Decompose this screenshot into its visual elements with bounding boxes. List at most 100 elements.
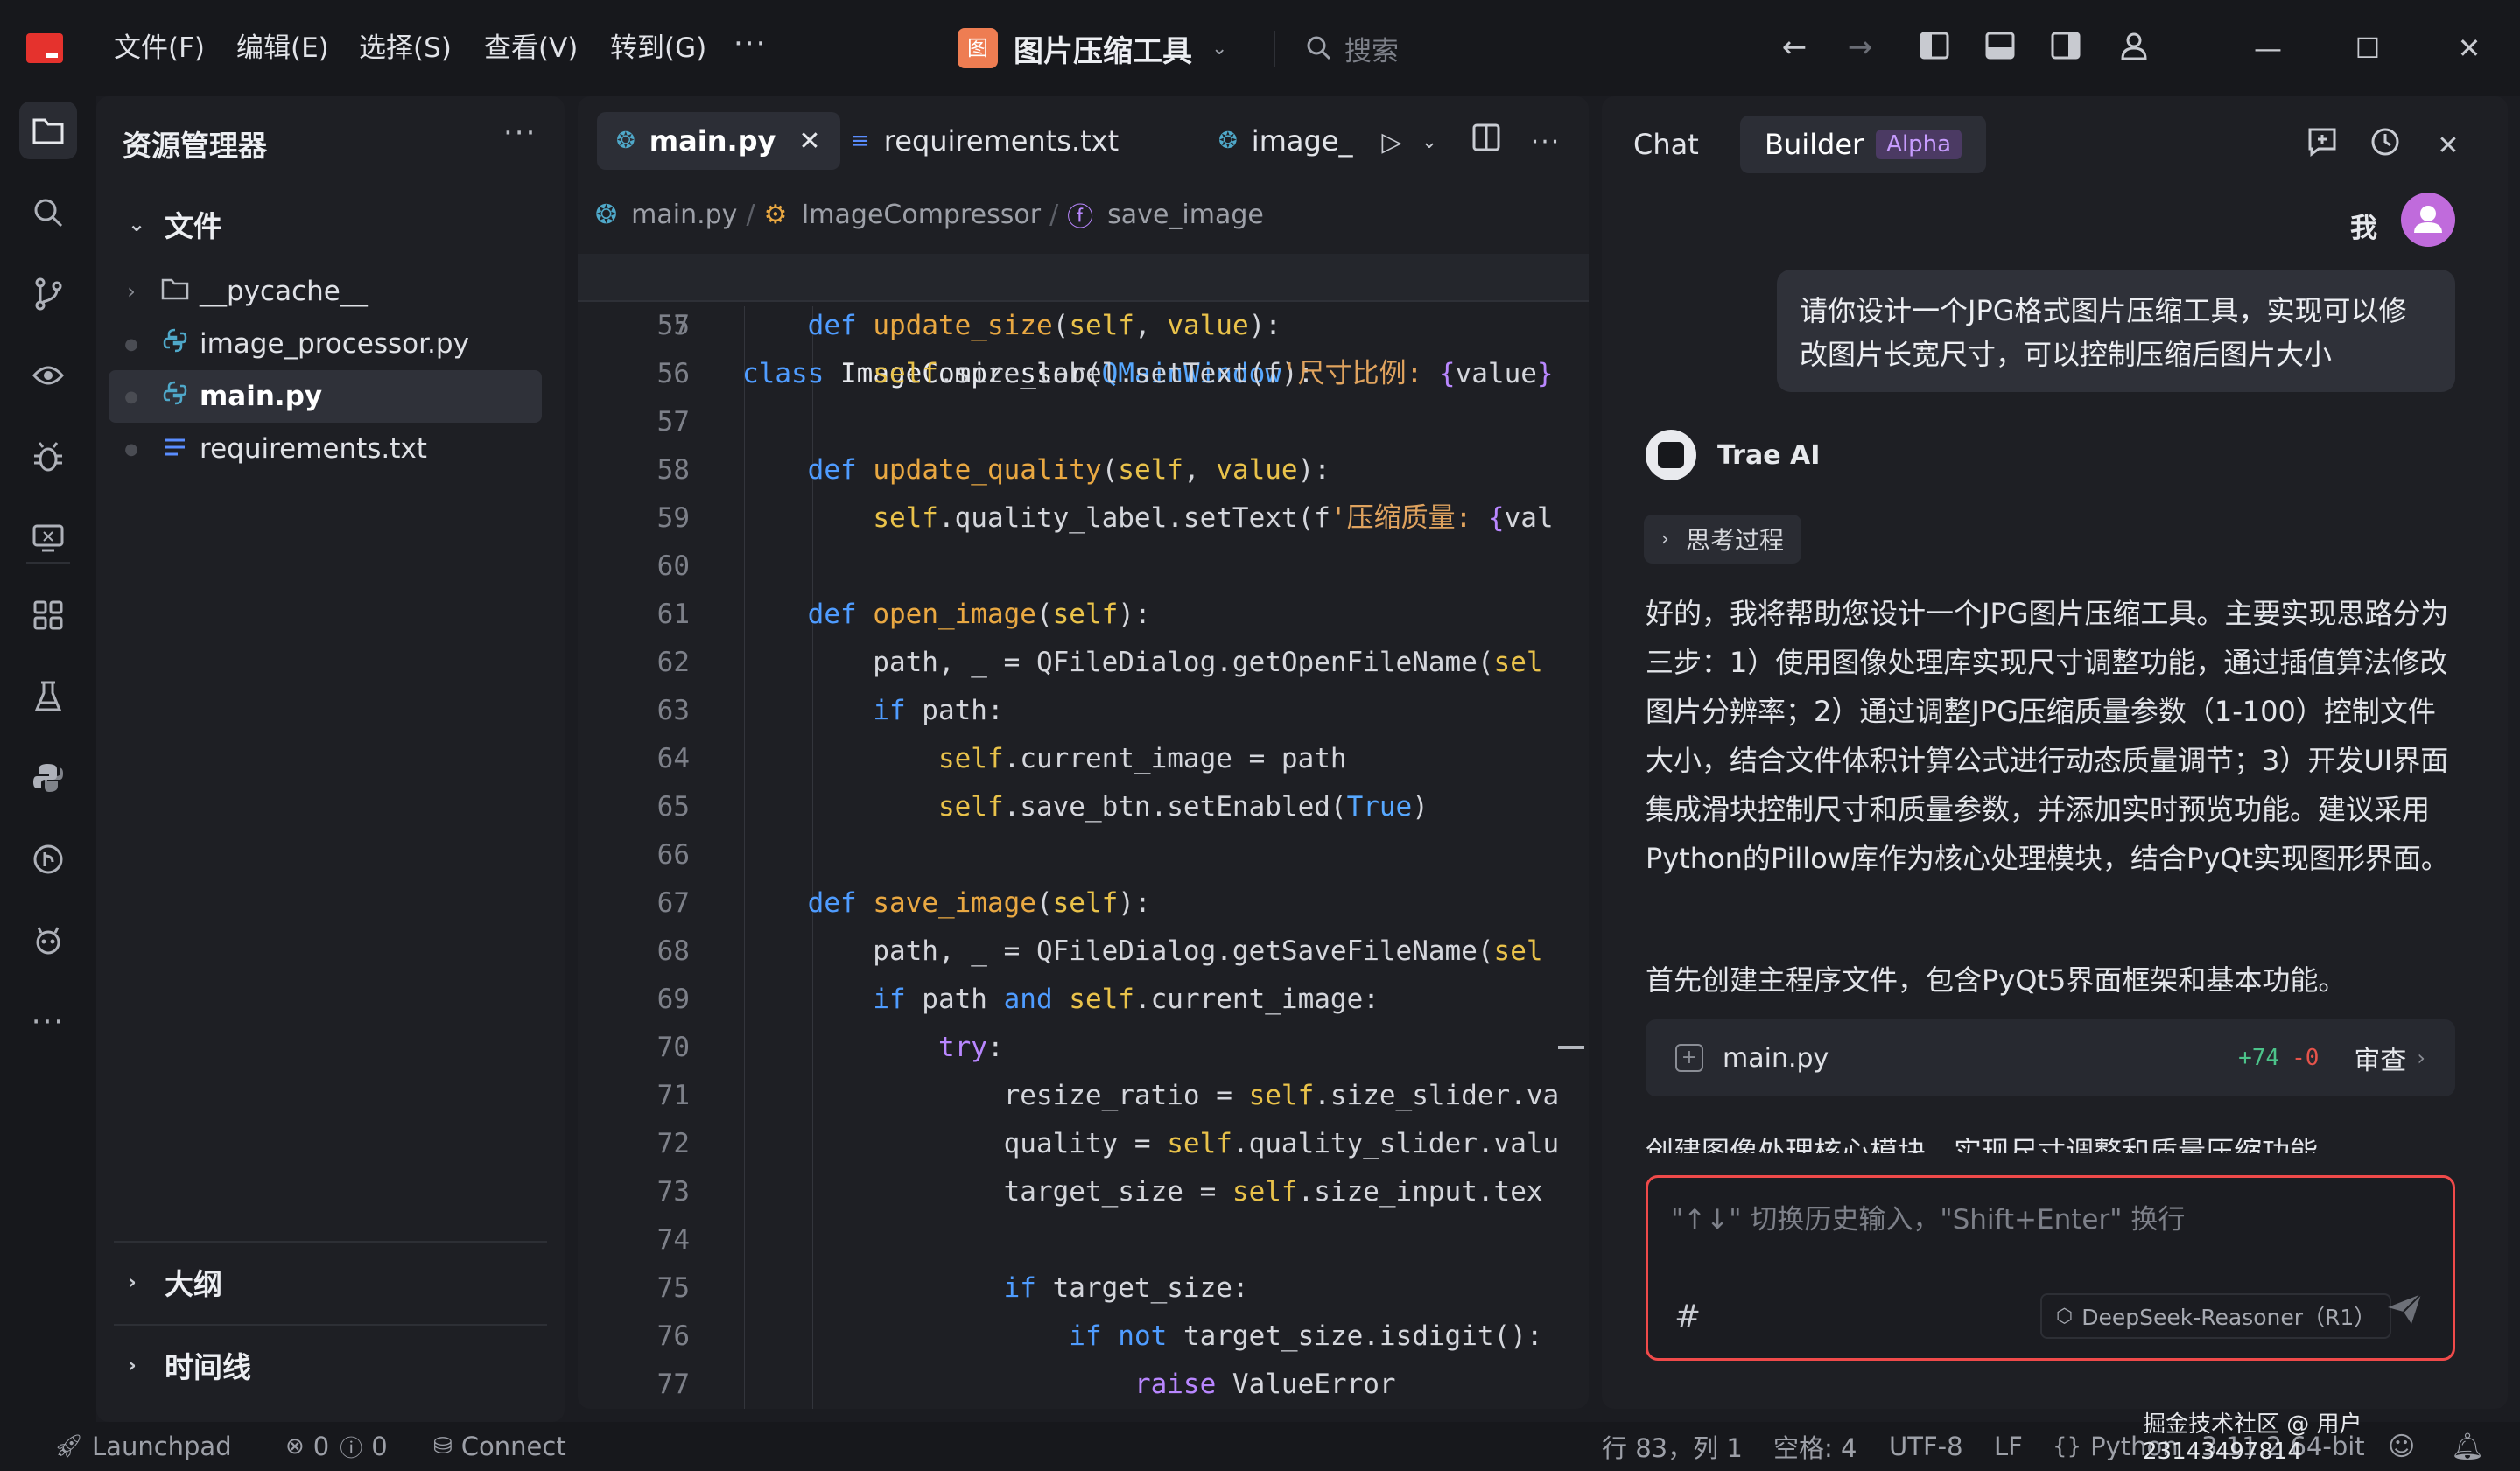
account-icon[interactable] [2116,30,2151,65]
line-number: 55 [656,310,690,341]
code-line: 62 path, _ = QFileDialog.getOpenFileName… [578,639,1589,687]
class-icon: ⚙ [763,199,788,230]
file-name: main.py [1723,1042,1829,1074]
expand-icon[interactable]: + [1675,1044,1703,1072]
menu-view[interactable]: 查看(V) [484,26,578,70]
line-number: 56 [656,358,690,389]
explorer-icon[interactable] [19,102,77,159]
code-text: if path and self.current_image: [873,984,1379,1015]
code-line: 55 def update_size(self, value): [578,302,1589,350]
search-icon[interactable] [19,184,77,242]
close-icon[interactable]: ✕ [2428,126,2468,166]
mascot-icon[interactable] [19,912,77,970]
menu-go[interactable]: 转到(G) [610,26,706,70]
minimize-button[interactable]: — [2246,26,2290,70]
history-icon[interactable] [2365,126,2405,166]
tree-item-image-processor[interactable]: ● image_processor.py [109,318,542,370]
debug-icon[interactable] [19,428,77,486]
folder-icon [154,276,196,307]
chevron-down-icon: ⌄ [1211,37,1228,60]
model-selector[interactable]: ⬡ DeepSeek-Reasoner（R1） [2040,1293,2392,1339]
tree-item-pycache[interactable]: › __pycache__ [109,265,542,318]
problems-indicator[interactable]: ⊗ 0 ⓘ 0 [285,1422,388,1471]
python-icon[interactable] [19,749,77,807]
text-file-icon: ≡ [851,128,870,154]
run-icon[interactable]: ▷ [1372,123,1412,163]
braces-icon: {} [2053,1433,2082,1460]
lines-added: +74 [2238,1045,2280,1071]
ai-eye-icon[interactable] [19,347,77,404]
menu-file[interactable]: 文件(F) [114,26,205,70]
toggle-bottom-panel-icon[interactable] [1983,30,2018,65]
tab-requirements[interactable]: ≡ requirements.txt [832,112,1138,170]
explorer-more-button[interactable]: ··· [503,116,537,151]
thinking-toggle[interactable]: › 思考过程 [1644,515,1802,564]
menu-selection[interactable]: 选择(S) [359,26,452,70]
maximize-button[interactable]: ☐ [2346,26,2390,70]
split-editor-icon[interactable] [1466,123,1506,163]
folder-section-header[interactable]: ⌄ 文件 [128,198,222,250]
close-window-button[interactable]: ✕ [2447,26,2491,70]
code-text: self.save_btn.setEnabled(True) [937,791,1428,823]
line-number: 65 [656,791,690,823]
tab-image-processor[interactable]: ❂ image_ [1199,112,1372,170]
menu-edit[interactable]: 编辑(E) [236,26,329,70]
outline-section-header[interactable]: › 大纲 [128,1256,222,1308]
tree-item-requirements[interactable]: ● requirements.txt [109,423,542,475]
chat-input[interactable]: "↑↓" 切换历史输入，"Shift+Enter" 换行 # ⬡ DeepSee… [1646,1175,2455,1361]
menu-more-button[interactable]: ··· [734,26,767,61]
code-text: def update_size(self, value): [807,310,1281,341]
source-control-icon[interactable] [19,265,77,323]
method-icon: ⓕ [1067,202,1094,233]
send-icon[interactable] [2385,1292,2424,1335]
line-number: 58 [656,454,690,486]
more-views-icon[interactable]: ··· [19,993,77,1051]
line-number: 77 [656,1369,690,1400]
launchpad-label: Launchpad [92,1432,232,1461]
breadcrumb-file[interactable]: main.py [631,200,737,230]
editor-more-icon[interactable]: ··· [1526,123,1566,163]
code-text: if path: [873,695,1004,726]
toggle-right-panel-icon[interactable] [2048,30,2083,65]
line-ending[interactable]: LF [1994,1422,2023,1471]
file-change-card[interactable]: + main.py +74 -0 审查 › [1646,1019,2455,1096]
breadcrumb-class[interactable]: ImageCompressor [801,200,1041,230]
code-text: def save_image(self): [807,887,1151,919]
tab-main-py[interactable]: ❂ main.py ✕ [597,112,840,170]
line-number: 71 [656,1080,690,1111]
project-selector[interactable]: 图 图片压缩工具 ⌄ [958,22,1227,74]
indentation[interactable]: 空格: 4 [1773,1422,1857,1471]
extensions-icon[interactable] [19,586,77,644]
search-box[interactable]: 搜索 [1306,26,1399,70]
python-file-icon: ❂ [595,199,618,230]
run-options-chevron-icon[interactable]: ⌄ [1409,123,1450,163]
launchpad-button[interactable]: 🚀︎ Launchpad [54,1422,232,1471]
error-icon: ⊗ [285,1433,305,1460]
testing-flask-icon[interactable] [19,668,77,725]
code-text: try: [937,1032,1004,1063]
timeline-section-header[interactable]: › 时间线 [128,1339,251,1391]
encoding[interactable]: UTF-8 [1889,1422,1963,1471]
git-graph-icon[interactable] [19,830,77,888]
line-number: 66 [656,839,690,871]
error-count: 0 [312,1432,330,1461]
tree-item-main-py[interactable]: ● main.py [109,370,542,423]
tab-chat[interactable]: Chat [1609,116,1723,173]
code-line: 77 raise ValueError [578,1361,1589,1409]
tab-builder[interactable]: Builder Alpha [1740,116,1987,173]
toggle-left-panel-icon[interactable] [1917,30,1952,65]
new-chat-icon[interactable] [2302,126,2342,166]
close-icon[interactable]: ✕ [798,126,820,157]
code-editor[interactable]: 7 class ImageCompressor(QMainWindow): 55… [578,254,1589,1409]
cursor-position[interactable]: 行 83，列 1 [1602,1422,1743,1471]
review-button[interactable]: 审查 [2354,1039,2406,1077]
breadcrumb-method[interactable]: save_image [1107,200,1264,230]
connect-button[interactable]: ⛁ Connect [433,1422,566,1471]
section-divider [114,1324,547,1326]
code-line: 60 [578,543,1589,591]
forward-arrow-icon[interactable]: → [1843,30,1878,65]
back-arrow-icon[interactable]: ← [1777,30,1812,65]
context-hash-button[interactable]: # [1674,1299,1701,1334]
remote-explorer-icon[interactable] [19,509,77,567]
scrollbar-marker[interactable] [1558,1046,1584,1049]
